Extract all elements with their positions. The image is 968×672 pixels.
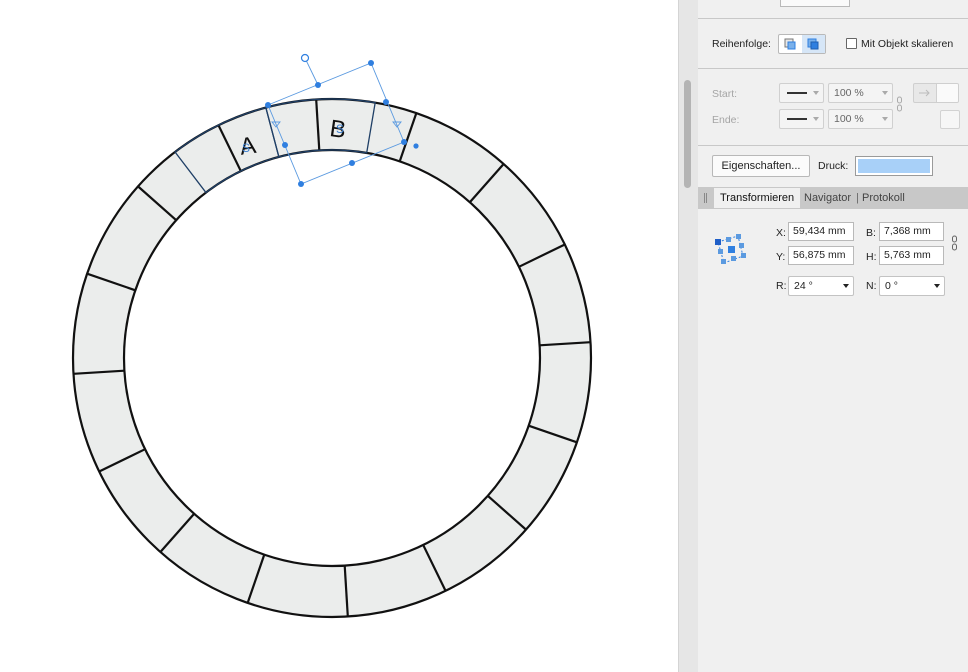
arrow-placement-toggle[interactable]	[913, 83, 959, 103]
order-toggle-group[interactable]	[778, 34, 826, 54]
start-arrowhead-dropdown[interactable]	[779, 83, 824, 103]
resize-handle-left[interactable]	[282, 142, 288, 148]
line-style-sample	[787, 92, 807, 94]
shear-value: 0 °	[885, 280, 898, 292]
line-style-sample	[787, 118, 807, 120]
print-color-swatch[interactable]	[855, 156, 933, 176]
start-scale-value: 100 %	[834, 87, 864, 99]
drag-grip-icon[interactable]	[704, 193, 707, 203]
print-label: Druck:	[818, 160, 849, 172]
rotation-handle-line	[304, 57, 319, 86]
ring-segments[interactable]	[73, 99, 591, 617]
end-scale-dropdown[interactable]: 100 %	[828, 109, 893, 129]
link-scale-icon[interactable]	[896, 96, 904, 112]
anchor-point[interactable]	[413, 143, 419, 149]
chevron-down-icon	[813, 117, 819, 121]
scale-with-object-label: Mit Objekt skalieren	[861, 38, 954, 50]
ring-inner-circle	[122, 148, 542, 568]
order-front-button[interactable]	[802, 35, 825, 53]
end-arrowhead-dropdown[interactable]	[779, 109, 824, 129]
resize-handle-bottom[interactable]	[349, 160, 355, 166]
resize-handle-top-right[interactable]	[368, 60, 374, 66]
y-label: Y:	[776, 251, 786, 263]
chevron-down-icon	[843, 284, 849, 288]
link-aspect-icon[interactable]	[951, 235, 959, 251]
order-label: Reihenfolge:	[712, 38, 771, 50]
rotation-value: 24 °	[794, 280, 813, 292]
arrow-placement-option[interactable]	[936, 84, 958, 102]
rotation-dropdown[interactable]: 24 °	[788, 276, 854, 296]
divider	[698, 145, 968, 146]
chevron-down-icon	[934, 284, 940, 288]
resize-handle-top[interactable]	[315, 82, 321, 88]
resize-handle-right[interactable]	[383, 99, 389, 105]
n-label: N:	[866, 280, 877, 292]
swap-arrowheads-button[interactable]	[940, 110, 960, 129]
arrow-right-icon	[919, 89, 930, 97]
scale-with-object-checkbox[interactable]	[846, 38, 857, 49]
x-label: X:	[776, 227, 786, 239]
arrange-front-icon	[807, 38, 819, 50]
r-label: R:	[776, 280, 787, 292]
properties-panel: Reihenfolge: Mit Objekt skalieren Start:…	[698, 0, 968, 672]
divider	[698, 68, 968, 69]
resize-handle-bottom-right[interactable]	[401, 139, 407, 145]
h-label: H:	[866, 251, 877, 263]
y-position-field[interactable]: 56,875 mm	[788, 246, 854, 265]
end-label: Ende:	[712, 114, 740, 126]
chevron-down-icon	[813, 91, 819, 95]
tab-navigator[interactable]: Navigator	[804, 188, 851, 208]
width-field[interactable]: 7,368 mm	[879, 222, 944, 241]
canvas-drawing[interactable]: A B S S	[0, 0, 678, 672]
vertical-scrollbar-thumb[interactable]	[684, 80, 691, 188]
arrange-behind-icon	[784, 38, 796, 50]
height-field[interactable]: 5,763 mm	[879, 246, 944, 265]
resize-handle-bottom-left[interactable]	[298, 181, 304, 187]
divider	[698, 18, 968, 19]
properties-button[interactable]: Eigenschaften...	[712, 155, 810, 177]
tab-transformieren[interactable]: Transformieren	[714, 188, 801, 208]
text-cursor-icon: S	[336, 122, 344, 136]
anchor-grid-icon[interactable]	[712, 234, 748, 272]
start-scale-dropdown[interactable]: 100 %	[828, 83, 893, 103]
tab-protokoll[interactable]: Protokoll	[862, 188, 905, 208]
shear-dropdown[interactable]: 0 °	[879, 276, 945, 296]
text-cursor-icon: S	[242, 141, 250, 155]
order-behind-button[interactable]	[779, 35, 802, 53]
start-label: Start:	[712, 88, 738, 100]
rotation-handle[interactable]	[300, 53, 310, 63]
b-label: B:	[866, 227, 876, 239]
print-color-fill	[858, 159, 930, 173]
chevron-down-icon	[882, 91, 888, 95]
chevron-down-icon	[882, 117, 888, 121]
resize-handle-top-left[interactable]	[265, 102, 271, 108]
x-position-field[interactable]: 59,434 mm	[788, 222, 854, 241]
document-canvas[interactable]: A B S S	[0, 0, 678, 672]
alignment-toolbar[interactable]	[780, 0, 850, 7]
tab-separator: |	[856, 192, 859, 204]
end-scale-value: 100 %	[834, 113, 864, 125]
